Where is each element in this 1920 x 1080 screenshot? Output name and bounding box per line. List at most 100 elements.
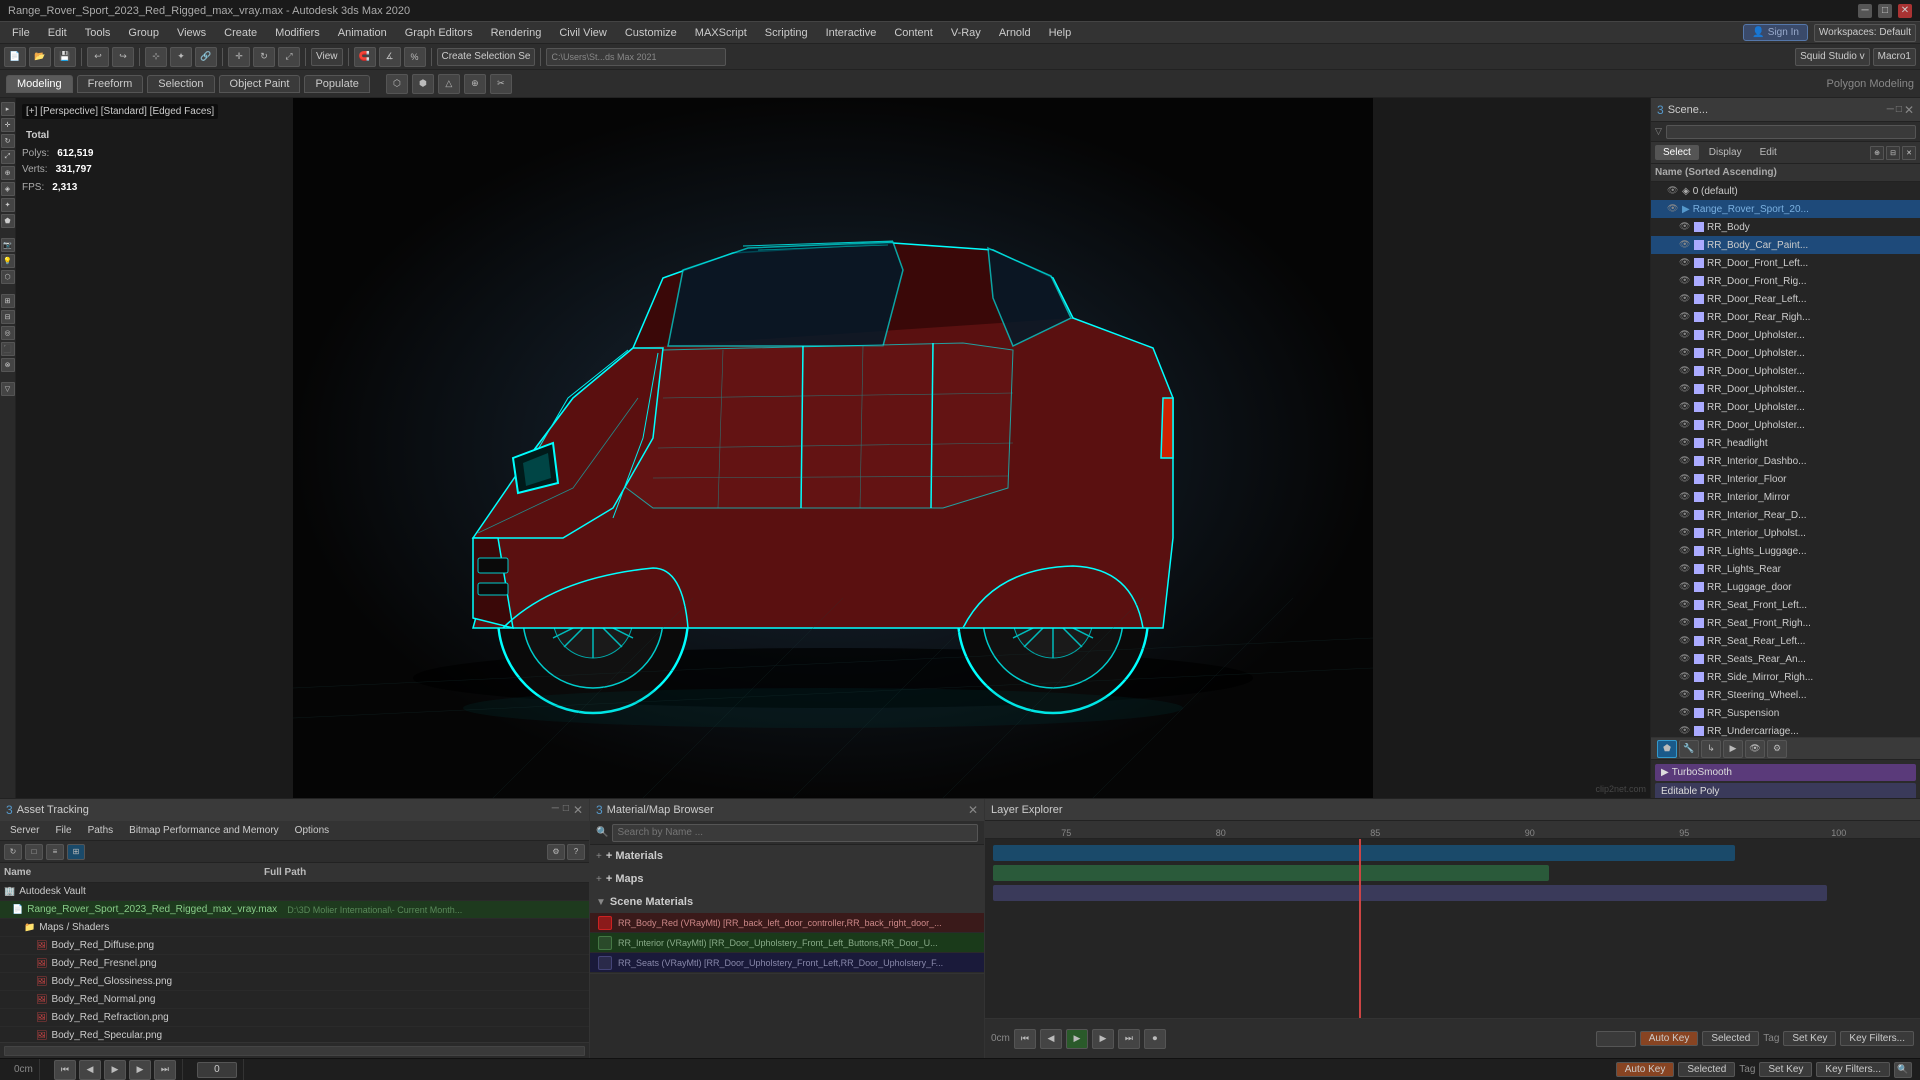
scene-item-0default[interactable]: 👁 ◈ 0 (default)	[1651, 182, 1920, 200]
at-row-specular[interactable]: 🖼 Body_Red_Specular.png	[0, 1027, 589, 1042]
scene-item-seats-rear-an[interactable]: 👁 RR_Seats_Rear_An...	[1651, 650, 1920, 668]
snap-btn[interactable]: 🧲	[354, 47, 376, 67]
at-row-fresnel[interactable]: 🖼 Body_Red_Fresnel.png	[0, 955, 589, 973]
transport-record[interactable]: ⏺	[1144, 1029, 1166, 1049]
at-min-btn[interactable]: ─	[552, 803, 559, 817]
transport-next-frame[interactable]: ⏭	[1118, 1029, 1140, 1049]
auto-key-btn[interactable]: Auto Key	[1640, 1031, 1699, 1046]
lt-tool8[interactable]: ⬟	[1, 214, 15, 228]
scene-item-lights-rear[interactable]: 👁 RR_Lights_Rear	[1651, 560, 1920, 578]
scene-item-mirror[interactable]: 👁 RR_Interior_Mirror	[1651, 488, 1920, 506]
mod-tab-modify[interactable]: 🔧	[1679, 740, 1699, 758]
lt-light[interactable]: 💡	[1, 254, 15, 268]
scene-item-upholster6[interactable]: 👁 RR_Door_Upholster...	[1651, 416, 1920, 434]
scene-item-rrbodypaint[interactable]: 👁 RR_Body_Car_Paint...	[1651, 236, 1920, 254]
move-btn[interactable]: ✛	[228, 47, 250, 67]
at-row-diffuse[interactable]: 🖼 Body_Red_Diffuse.png	[0, 937, 589, 955]
select-name-btn[interactable]: ✦	[170, 47, 192, 67]
open-btn[interactable]: 📂	[29, 47, 51, 67]
menu-content[interactable]: Content	[886, 25, 941, 41]
transport-prev-frame[interactable]: ⏮	[1014, 1029, 1036, 1049]
lt-filter[interactable]: ▽	[1, 382, 15, 396]
lt-tool13[interactable]: ⊟	[1, 310, 15, 324]
scene-item-dashboard[interactable]: 👁 RR_Interior_Dashbo...	[1651, 452, 1920, 470]
menu-views[interactable]: Views	[169, 25, 214, 41]
sb-key-filters[interactable]: Key Filters...	[1816, 1062, 1890, 1077]
scene-search[interactable]	[1666, 125, 1916, 139]
menu-scripting[interactable]: Scripting	[757, 25, 816, 41]
at-btn1[interactable]: ↻	[4, 844, 22, 860]
mb-item-interior[interactable]: RR_Interior (VRayMtl) [RR_Door_Upholster…	[590, 933, 984, 953]
scene-restore-btn[interactable]: □	[1896, 104, 1902, 115]
menu-group[interactable]: Group	[120, 25, 167, 41]
at-row-refraction[interactable]: 🖼 Body_Red_Refraction.png	[0, 1009, 589, 1027]
timeline-area[interactable]: 75 80 85 90 95 100	[985, 821, 1920, 1018]
time-value-input[interactable]: 0	[1596, 1031, 1636, 1047]
sb-prev[interactable]: ◀	[79, 1060, 101, 1080]
at-menu-options[interactable]: Options	[289, 824, 335, 837]
key-filters-btn[interactable]: Key Filters...	[1840, 1031, 1914, 1046]
at-menu-bitmap[interactable]: Bitmap Performance and Memory	[123, 824, 285, 837]
workspace-selector[interactable]: Workspaces: Default	[1814, 24, 1916, 42]
scene-tab-display[interactable]: Display	[1701, 145, 1750, 160]
scene-item-rrdoorfrontright[interactable]: 👁 RR_Door_Front_Rig...	[1651, 272, 1920, 290]
timeline-playhead[interactable]	[1359, 839, 1361, 1018]
lt-scale[interactable]: ⤢	[1, 150, 15, 164]
lt-tool6[interactable]: ◈	[1, 182, 15, 196]
transport-play[interactable]: ▶	[1066, 1029, 1088, 1049]
scene-tab-edit[interactable]: Edit	[1752, 145, 1785, 160]
select-btn[interactable]: ⊹	[145, 47, 167, 67]
mod-tab-display[interactable]: 👁	[1745, 740, 1765, 758]
scene-item-seat-front-right[interactable]: 👁 RR_Seat_Front_Righ...	[1651, 614, 1920, 632]
sb-search[interactable]: 🔍	[1894, 1062, 1912, 1078]
mb-item-seats[interactable]: RR_Seats (VRayMtl) [RR_Door_Upholstery_F…	[590, 953, 984, 973]
scene-item-suspension[interactable]: 👁 RR_Suspension	[1651, 704, 1920, 722]
turbosmooth-modifier[interactable]: ▶ TurboSmooth	[1655, 764, 1916, 781]
tab-object-paint[interactable]: Object Paint	[219, 75, 301, 93]
close-btn[interactable]: ✕	[1898, 4, 1912, 18]
scene-tab-select[interactable]: Select	[1655, 145, 1699, 160]
editable-poly-modifier[interactable]: Editable Poly	[1655, 783, 1916, 798]
scene-item-seat-rear-left[interactable]: 👁 RR_Seat_Rear_Left...	[1651, 632, 1920, 650]
menu-edit[interactable]: Edit	[40, 25, 75, 41]
scene-btn1[interactable]: ⊕	[1870, 146, 1884, 160]
scene-item-rrbody[interactable]: 👁 RR_Body	[1651, 218, 1920, 236]
sb-next[interactable]: ▶	[129, 1060, 151, 1080]
scene-item-rrdoorfrontleft[interactable]: 👁 RR_Door_Front_Left...	[1651, 254, 1920, 272]
menu-interactive[interactable]: Interactive	[818, 25, 885, 41]
menu-animation[interactable]: Animation	[330, 25, 395, 41]
undo-btn[interactable]: ↩	[87, 47, 109, 67]
scene-item-side-mirror[interactable]: 👁 RR_Side_Mirror_Righ...	[1651, 668, 1920, 686]
angle-snap-btn[interactable]: ∡	[379, 47, 401, 67]
frame-input[interactable]	[197, 1062, 237, 1078]
maximize-btn[interactable]: □	[1878, 4, 1892, 18]
lt-tool15[interactable]: ⬛	[1, 342, 15, 356]
mod-tab-motion[interactable]: ▶	[1723, 740, 1743, 758]
scene-item-upholster2[interactable]: 👁 RR_Door_Upholster...	[1651, 344, 1920, 362]
tab-selection[interactable]: Selection	[147, 75, 214, 93]
scene-item-upholster3[interactable]: 👁 RR_Door_Upholster...	[1651, 362, 1920, 380]
modeling-tool5[interactable]: ✂	[490, 74, 512, 94]
at-row-vault[interactable]: 🏢 Autodesk Vault	[0, 883, 589, 901]
scene-item-steering[interactable]: 👁 RR_Steering_Wheel...	[1651, 686, 1920, 704]
set-key-btn[interactable]: Set Key	[1783, 1031, 1836, 1046]
at-row-maps[interactable]: 📁 Maps / Shaders	[0, 919, 589, 937]
menu-create[interactable]: Create	[216, 25, 265, 41]
new-btn[interactable]: 📄	[4, 47, 26, 67]
menu-graph-editors[interactable]: Graph Editors	[397, 25, 481, 41]
menu-customize[interactable]: Customize	[617, 25, 685, 41]
scene-item-reardoor[interactable]: 👁 RR_Interior_Rear_D...	[1651, 506, 1920, 524]
scene-item-rangerover[interactable]: 👁 ▶ Range_Rover_Sport_20...	[1651, 200, 1920, 218]
lt-move[interactable]: ✛	[1, 118, 15, 132]
lt-camera[interactable]: 📷	[1, 238, 15, 252]
scene-item-undercarriage[interactable]: 👁 RR_Undercarriage...	[1651, 722, 1920, 737]
scene-min-btn[interactable]: ─	[1887, 104, 1894, 115]
menu-tools[interactable]: Tools	[77, 25, 119, 41]
at-btn2[interactable]: □	[25, 844, 43, 860]
mb-materials-header[interactable]: + + Materials	[590, 845, 984, 867]
mb-search-input[interactable]	[612, 824, 978, 842]
scene-btn3[interactable]: ✕	[1902, 146, 1916, 160]
at-close-btn[interactable]: ✕	[573, 803, 583, 817]
modeling-tool4[interactable]: ⊕	[464, 74, 486, 94]
percent-snap-btn[interactable]: %	[404, 47, 426, 67]
